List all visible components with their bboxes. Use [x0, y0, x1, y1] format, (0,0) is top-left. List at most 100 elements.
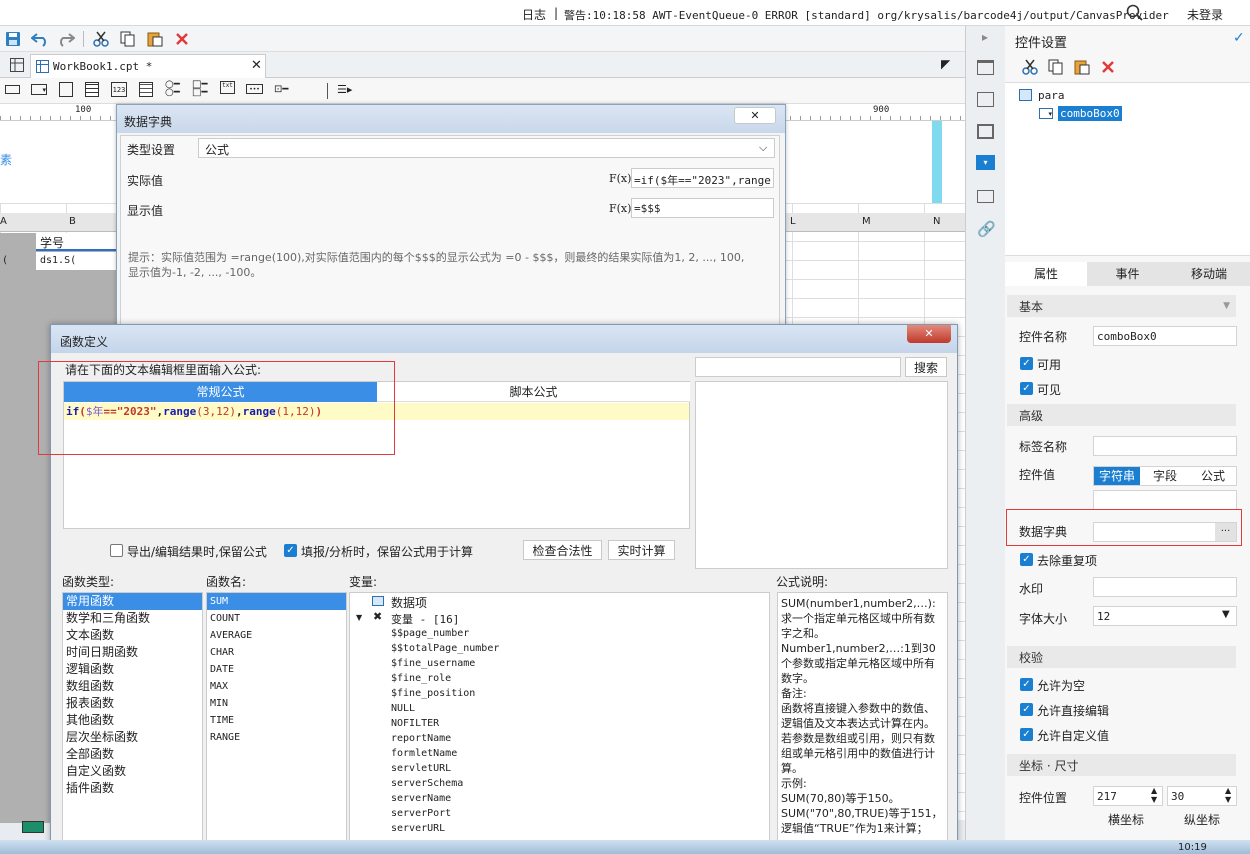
- widget-checkbox-icon[interactable]: □━ □━: [192, 80, 207, 98]
- pos-y-spinner[interactable]: 30 ▲ ▼: [1167, 786, 1237, 806]
- function-name-item[interactable]: CHAR: [207, 644, 346, 661]
- allow-empty-checkbox[interactable]: ✓: [1020, 678, 1033, 691]
- widget-label-icon[interactable]: txt: [220, 81, 235, 94]
- warning-text[interactable]: 警告:10:18:58 AWT-EventQueue-0 ERROR [stan…: [564, 7, 1169, 23]
- section-advanced[interactable]: 高级: [1007, 404, 1236, 426]
- column-header-n[interactable]: N: [933, 216, 940, 227]
- value-tab-formula[interactable]: 公式: [1190, 467, 1236, 485]
- sheet-tab-icon[interactable]: [22, 821, 44, 833]
- delete-icon[interactable]: [173, 30, 191, 48]
- allow-custom-checkbox[interactable]: ✓: [1020, 728, 1033, 741]
- value-field[interactable]: [1093, 490, 1237, 510]
- more-widgets-icon[interactable]: ☰▸: [337, 83, 352, 96]
- name-field[interactable]: comboBox0: [1093, 326, 1237, 346]
- widget-button-icon[interactable]: [59, 82, 73, 97]
- function-name-item[interactable]: RANGE: [207, 729, 346, 746]
- grid-icon[interactable]: [9, 57, 25, 73]
- data-cell[interactable]: ds1.S(: [36, 252, 118, 270]
- paste-icon[interactable]: [146, 30, 164, 48]
- spinner-arrows-icon[interactable]: ▲ ▼: [1151, 786, 1157, 804]
- function-type-item[interactable]: 层次坐标函数: [63, 729, 202, 746]
- close-tab-icon[interactable]: ✕: [251, 58, 262, 73]
- function-type-item[interactable]: 时间日期函数: [63, 644, 202, 661]
- function-type-item[interactable]: 其他函数: [63, 712, 202, 729]
- section-basic[interactable]: 基本 ▼: [1007, 295, 1236, 317]
- fontsize-select[interactable]: 12 ▼: [1093, 606, 1237, 626]
- panel-copy-icon[interactable]: [1047, 58, 1065, 76]
- function-type-item[interactable]: 插件函数: [63, 780, 202, 797]
- fx-icon-display[interactable]: F(x): [609, 202, 631, 215]
- value-tab-field[interactable]: 字段: [1142, 467, 1188, 485]
- variable-item[interactable]: NOFILTER: [391, 716, 499, 731]
- copy-icon[interactable]: [119, 30, 137, 48]
- widget-settings-icon[interactable]: ▾: [976, 155, 995, 170]
- tab-workbook[interactable]: WorkBook1.cpt * ✕: [30, 54, 266, 78]
- actual-value-field[interactable]: =if($年=="2023",range(3,: [631, 168, 774, 188]
- column-header-b[interactable]: B: [69, 216, 76, 227]
- confirm-check-icon[interactable]: ✓: [1233, 30, 1245, 46]
- variable-item[interactable]: $$totalPage_number: [391, 641, 499, 656]
- variable-item[interactable]: $fine_role: [391, 671, 499, 686]
- save-icon[interactable]: [4, 30, 22, 48]
- function-name-item[interactable]: MAX: [207, 678, 346, 695]
- column-header-l[interactable]: L: [790, 216, 796, 227]
- visible-checkbox[interactable]: ✓: [1020, 382, 1033, 395]
- function-type-item[interactable]: 报表函数: [63, 695, 202, 712]
- variable-item[interactable]: $fine_username: [391, 656, 499, 671]
- function-type-item[interactable]: 数组函数: [63, 678, 202, 695]
- enabled-checkbox[interactable]: ✓: [1020, 357, 1033, 370]
- column-header-a[interactable]: A: [0, 216, 7, 227]
- widget-date-icon[interactable]: ⊡━: [274, 84, 288, 95]
- check-validity-button[interactable]: 检查合法性: [523, 540, 602, 560]
- absolute-canvas-icon[interactable]: [977, 124, 994, 139]
- widget-combobox-icon[interactable]: ▾: [31, 84, 47, 95]
- variable-item[interactable]: serverName: [391, 791, 499, 806]
- function-name-item[interactable]: DATE: [207, 661, 346, 678]
- widget-number-icon[interactable]: 123: [111, 82, 127, 97]
- function-name-item[interactable]: TIME: [207, 712, 346, 729]
- search-button[interactable]: 搜索: [905, 357, 947, 377]
- allow-edit-checkbox[interactable]: ✓: [1020, 703, 1033, 716]
- function-type-item[interactable]: 数学和三角函数: [63, 610, 202, 627]
- function-type-item[interactable]: 全部函数: [63, 746, 202, 763]
- pos-x-spinner[interactable]: 217 ▲ ▼: [1093, 786, 1163, 806]
- variable-item[interactable]: $$page_number: [391, 626, 499, 641]
- tab-properties[interactable]: 属性: [1005, 262, 1087, 286]
- var-group[interactable]: 变量 - [16]: [391, 611, 459, 627]
- link-icon[interactable]: 🔗: [977, 220, 996, 238]
- dict-field[interactable]: ···: [1093, 522, 1237, 542]
- tree-child[interactable]: comboBox0: [1058, 106, 1122, 121]
- redo-icon[interactable]: [57, 30, 75, 48]
- fx-icon-actual[interactable]: F(x): [609, 172, 631, 185]
- display-value-field[interactable]: =$$$: [631, 198, 774, 218]
- variable-item[interactable]: NULL: [391, 701, 499, 716]
- widget-textfield-icon[interactable]: [5, 85, 20, 94]
- variable-item[interactable]: reportName: [391, 731, 499, 746]
- cut-icon[interactable]: [92, 30, 110, 48]
- log-label[interactable]: 日志: [522, 6, 546, 23]
- live-calc-button[interactable]: 实时计算: [608, 540, 675, 560]
- fill-keep-formula-checkbox[interactable]: ✓: [284, 544, 297, 557]
- export-keep-formula-checkbox[interactable]: [110, 544, 123, 557]
- function-name-item[interactable]: COUNT: [207, 610, 346, 627]
- mobile-layout-icon[interactable]: [977, 190, 994, 203]
- search-icon[interactable]: [1126, 4, 1144, 22]
- watermark-field[interactable]: [1093, 577, 1237, 597]
- variable-item[interactable]: serverURL: [391, 821, 499, 836]
- tree-root[interactable]: para: [1038, 89, 1065, 102]
- section-coords[interactable]: 坐标 · 尺寸: [1007, 754, 1236, 776]
- tag-field[interactable]: [1093, 436, 1237, 456]
- function-name-item[interactable]: MIN: [207, 695, 346, 712]
- function-name-item[interactable]: SUM: [207, 593, 346, 610]
- expand-arrow-icon[interactable]: ▸: [982, 30, 988, 44]
- variable-item[interactable]: formletName: [391, 746, 499, 761]
- widget-textarea-icon[interactable]: [139, 82, 153, 97]
- report-block-icon[interactable]: [977, 92, 994, 107]
- function-name-item[interactable]: AVERAGE: [207, 627, 346, 644]
- function-type-item[interactable]: 逻辑函数: [63, 661, 202, 678]
- var-data-item[interactable]: 数据项: [391, 594, 427, 611]
- dict-browse-button[interactable]: ···: [1215, 523, 1236, 541]
- variable-item[interactable]: serverSchema: [391, 776, 499, 791]
- variable-item[interactable]: $fine_position: [391, 686, 499, 701]
- tab-script-formula[interactable]: 脚本公式: [377, 382, 690, 402]
